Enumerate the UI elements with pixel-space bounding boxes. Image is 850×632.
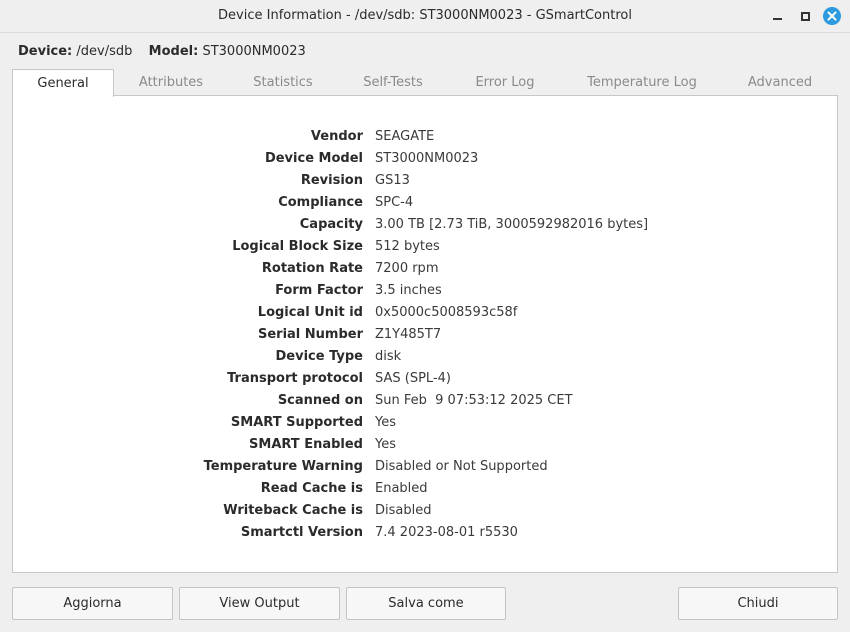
info-row-rotation-rate: Rotation Rate 7200 rpm (13, 259, 839, 281)
tab-attributes[interactable]: Attributes (114, 69, 228, 96)
info-value: ST3000NM0023 (375, 151, 479, 166)
info-row-device-model: Device Model ST3000NM0023 (13, 149, 839, 171)
info-row-device-type: Device Type disk (13, 347, 839, 369)
close-button[interactable]: Chiudi (678, 587, 838, 620)
close-icon (823, 7, 841, 25)
info-value: Yes (375, 437, 396, 452)
maximize-icon (800, 11, 810, 21)
info-value: 7.4 2023-08-01 r5530 (375, 525, 518, 540)
info-row-capacity: Capacity 3.00 TB [2.73 TiB, 3000592982016… (13, 215, 839, 237)
tab-error-log[interactable]: Error Log (448, 69, 562, 96)
model-value: ST3000NM0023 (202, 44, 306, 59)
info-row-compliance: Compliance SPC-4 (13, 193, 839, 215)
info-value: 7200 rpm (375, 261, 439, 276)
info-label: Revision (300, 173, 363, 188)
save-as-button[interactable]: Salva come (346, 587, 506, 620)
info-label: Smartctl Version (240, 525, 363, 540)
info-row-form-factor: Form Factor 3.5 inches (13, 281, 839, 303)
info-label: Logical Block Size (232, 239, 363, 254)
tab-temperature-log[interactable]: Temperature Log (562, 69, 722, 96)
info-value: SEAGATE (375, 129, 435, 144)
model-label: Model: (148, 44, 199, 59)
info-value: 3.5 inches (375, 283, 442, 298)
info-label: Serial Number (257, 327, 363, 342)
tab-general[interactable]: General (12, 69, 114, 97)
info-label: Device Type (275, 349, 363, 364)
info-row-logical-block-size: Logical Block Size 512 bytes (13, 237, 839, 259)
tab-advanced[interactable]: Advanced (722, 69, 838, 96)
info-label: Transport protocol (227, 371, 363, 386)
info-label: Read Cache is (260, 481, 363, 496)
refresh-button[interactable]: Aggiorna (12, 587, 173, 620)
info-row-scanned-on: Scanned on Sun Feb 9 07:53:12 2025 CET (13, 391, 839, 413)
view-output-button[interactable]: View Output (179, 587, 340, 620)
close-window-button[interactable] (822, 6, 842, 26)
info-row-revision: Revision GS13 (13, 171, 839, 193)
info-value: 3.00 TB [2.73 TiB, 3000592982016 bytes] (375, 217, 649, 232)
info-label: SMART Enabled (249, 437, 363, 452)
tab-bar: General Attributes Statistics Self-Tests… (12, 69, 838, 97)
info-value: Disabled or Not Supported (375, 459, 548, 474)
maximize-button[interactable] (795, 6, 815, 26)
info-label: Temperature Warning (203, 459, 363, 474)
info-value: 512 bytes (375, 239, 440, 254)
info-row-temperature-warning: Temperature Warning Disabled or Not Suppo… (13, 457, 839, 479)
minimize-button[interactable] (767, 6, 787, 26)
info-value: Z1Y485T7 (375, 327, 442, 342)
info-value: GS13 (375, 173, 410, 188)
info-value: Disabled (375, 503, 432, 518)
info-row-vendor: Vendor SEAGATE (13, 127, 839, 149)
info-row-smart-enabled: SMART Enabled Yes (13, 435, 839, 457)
info-value: SPC-4 (375, 195, 414, 210)
info-row-serial-number: Serial Number Z1Y485T7 (13, 325, 839, 347)
info-label: Logical Unit id (257, 305, 363, 320)
info-row-smart-supported: SMART Supported Yes (13, 413, 839, 435)
device-header: Device: /dev/sdb Model: ST3000NM0023 (18, 44, 306, 59)
tab-statistics[interactable]: Statistics (228, 69, 338, 96)
window-title: Device Information - /dev/sdb: ST3000NM0… (218, 8, 632, 23)
info-row-read-cache: Read Cache is Enabled (13, 479, 839, 501)
title-bar: Device Information - /dev/sdb: ST3000NM0… (0, 0, 850, 33)
tab-self-tests[interactable]: Self-Tests (338, 69, 448, 96)
device-value: /dev/sdb (76, 44, 133, 59)
info-value: disk (375, 349, 402, 364)
info-row-writeback-cache: Writeback Cache is Disabled (13, 501, 839, 523)
info-value: Sun Feb 9 07:53:12 2025 CET (375, 393, 573, 408)
info-label: Form Factor (275, 283, 363, 298)
info-label: Capacity (299, 217, 363, 232)
info-value: Enabled (375, 481, 428, 496)
info-label: Writeback Cache is (223, 503, 363, 518)
info-label: Rotation Rate (261, 261, 363, 276)
device-label: Device: (18, 44, 73, 59)
info-row-transport-protocol: Transport protocol SAS (SPL-4) (13, 369, 839, 391)
info-label: Vendor (310, 129, 363, 144)
minimize-icon (772, 18, 782, 20)
info-value: SAS (SPL-4) (375, 371, 451, 386)
info-label: Device Model (264, 151, 363, 166)
info-label: Compliance (278, 195, 363, 210)
info-value: 0x5000c5008593c58f (375, 305, 518, 320)
info-label: SMART Supported (230, 415, 363, 430)
general-panel: Vendor SEAGATE Device Model ST3000NM0023 R… (12, 95, 838, 573)
info-row-smartctl-version: Smartctl Version 7.4 2023-08-01 r5530 (13, 523, 839, 545)
info-label: Scanned on (277, 393, 363, 408)
info-value: Yes (375, 415, 396, 430)
info-row-logical-unit-id: Logical Unit id 0x5000c5008593c58f (13, 303, 839, 325)
